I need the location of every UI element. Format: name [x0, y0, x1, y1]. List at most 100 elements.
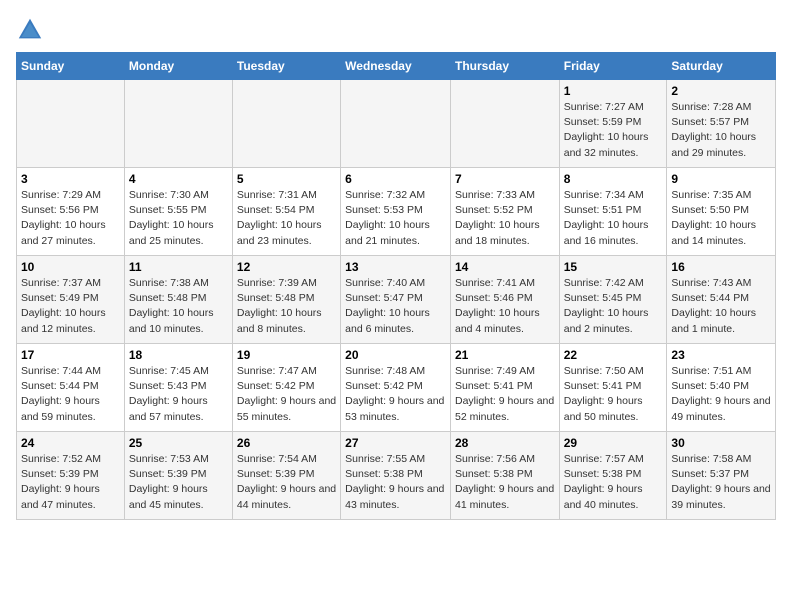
day-number: 5: [237, 172, 336, 186]
calendar-cell: 23 Sunrise: 7:51 AMSunset: 5:40 PMDayligh…: [667, 344, 776, 432]
calendar-cell: 2Sunrise: 7:28 AMSunset: 5:57 PMDaylight…: [667, 80, 776, 168]
day-info: Sunrise: 7:38 AMSunset: 5:48 PMDaylight:…: [129, 276, 228, 337]
calendar-cell: 1Sunrise: 7:27 AMSunset: 5:59 PMDaylight…: [559, 80, 667, 168]
day-info: Sunrise: 7:51 AMSunset: 5:40 PMDaylight:…: [671, 364, 771, 425]
day-number: 17: [21, 348, 120, 362]
day-info: Sunrise: 7:42 AMSunset: 5:45 PMDaylight:…: [564, 276, 663, 337]
day-info: Sunrise: 7:39 AMSunset: 5:48 PMDaylight:…: [237, 276, 336, 337]
day-number: 30: [671, 436, 771, 450]
day-number: 10: [21, 260, 120, 274]
day-number: 7: [455, 172, 555, 186]
day-info: Sunrise: 7:56 AMSunset: 5:38 PMDaylight:…: [455, 452, 555, 513]
day-info: Sunrise: 7:35 AMSunset: 5:50 PMDaylight:…: [671, 188, 771, 249]
calendar-cell: 30 Sunrise: 7:58 AMSunset: 5:37 PMDayligh…: [667, 432, 776, 520]
calendar-cell: 25 Sunrise: 7:53 AMSunset: 5:39 PMDayligh…: [124, 432, 232, 520]
calendar-cell: 26Sunrise: 7:54 AMSunset: 5:39 PMDayligh…: [232, 432, 340, 520]
calendar-cell: 18 Sunrise: 7:45 AMSunset: 5:43 PMDayligh…: [124, 344, 232, 432]
day-number: 23: [671, 348, 771, 362]
calendar-cell: 4 Sunrise: 7:30 AMSunset: 5:55 PMDaylight…: [124, 168, 232, 256]
calendar-table: SundayMondayTuesdayWednesdayThursdayFrid…: [16, 52, 776, 520]
day-info: Sunrise: 7:40 AMSunset: 5:47 PMDaylight:…: [345, 276, 446, 337]
day-info: Sunrise: 7:55 AMSunset: 5:38 PMDaylight:…: [345, 452, 446, 513]
day-info: Sunrise: 7:43 AMSunset: 5:44 PMDaylight:…: [671, 276, 771, 337]
day-info: Sunrise: 7:32 AMSunset: 5:53 PMDaylight:…: [345, 188, 446, 249]
day-number: 14: [455, 260, 555, 274]
day-number: 18: [129, 348, 228, 362]
day-info: Sunrise: 7:50 AMSunset: 5:41 PMDaylight:…: [564, 364, 663, 425]
calendar-cell: [341, 80, 451, 168]
calendar-cell: 20 Sunrise: 7:48 AMSunset: 5:42 PMDayligh…: [341, 344, 451, 432]
day-info: Sunrise: 7:29 AMSunset: 5:56 PMDaylight:…: [21, 188, 120, 249]
day-info: Sunrise: 7:47 AMSunset: 5:42 PMDaylight:…: [237, 364, 336, 425]
day-number: 19: [237, 348, 336, 362]
day-number: 29: [564, 436, 663, 450]
calendar-cell: 27 Sunrise: 7:55 AMSunset: 5:38 PMDayligh…: [341, 432, 451, 520]
calendar-week-2: 3 Sunrise: 7:29 AMSunset: 5:56 PMDaylight…: [17, 168, 776, 256]
day-number: 3: [21, 172, 120, 186]
calendar-cell: 14 Sunrise: 7:41 AMSunset: 5:46 PMDayligh…: [450, 256, 559, 344]
calendar-cell: 13Sunrise: 7:40 AMSunset: 5:47 PMDayligh…: [341, 256, 451, 344]
day-info: Sunrise: 7:45 AMSunset: 5:43 PMDaylight:…: [129, 364, 228, 425]
calendar-cell: 9 Sunrise: 7:35 AMSunset: 5:50 PMDaylight…: [667, 168, 776, 256]
column-header-saturday: Saturday: [667, 53, 776, 80]
logo: [16, 16, 48, 44]
calendar-week-5: 24 Sunrise: 7:52 AMSunset: 5:39 PMDayligh…: [17, 432, 776, 520]
day-info: Sunrise: 7:58 AMSunset: 5:37 PMDaylight:…: [671, 452, 771, 513]
calendar-cell: 5 Sunrise: 7:31 AMSunset: 5:54 PMDaylight…: [232, 168, 340, 256]
day-number: 16: [671, 260, 771, 274]
calendar-cell: 16 Sunrise: 7:43 AMSunset: 5:44 PMDayligh…: [667, 256, 776, 344]
column-header-tuesday: Tuesday: [232, 53, 340, 80]
calendar-cell: 22Sunrise: 7:50 AMSunset: 5:41 PMDayligh…: [559, 344, 667, 432]
calendar-cell: 3 Sunrise: 7:29 AMSunset: 5:56 PMDaylight…: [17, 168, 125, 256]
day-number: 27: [345, 436, 446, 450]
day-number: 9: [671, 172, 771, 186]
calendar-header-row: SundayMondayTuesdayWednesdayThursdayFrid…: [17, 53, 776, 80]
day-number: 2: [671, 84, 771, 98]
day-number: 4: [129, 172, 228, 186]
column-header-friday: Friday: [559, 53, 667, 80]
calendar-cell: 10 Sunrise: 7:37 AMSunset: 5:49 PMDayligh…: [17, 256, 125, 344]
day-number: 11: [129, 260, 228, 274]
day-info: Sunrise: 7:48 AMSunset: 5:42 PMDaylight:…: [345, 364, 446, 425]
day-number: 20: [345, 348, 446, 362]
day-info: Sunrise: 7:54 AMSunset: 5:39 PMDaylight:…: [237, 452, 336, 513]
calendar-cell: 15 Sunrise: 7:42 AMSunset: 5:45 PMDayligh…: [559, 256, 667, 344]
calendar-week-1: 1Sunrise: 7:27 AMSunset: 5:59 PMDaylight…: [17, 80, 776, 168]
calendar-cell: 6Sunrise: 7:32 AMSunset: 5:53 PMDaylight…: [341, 168, 451, 256]
calendar-week-3: 10 Sunrise: 7:37 AMSunset: 5:49 PMDayligh…: [17, 256, 776, 344]
calendar-cell: 11 Sunrise: 7:38 AMSunset: 5:48 PMDayligh…: [124, 256, 232, 344]
day-info: Sunrise: 7:37 AMSunset: 5:49 PMDaylight:…: [21, 276, 120, 337]
calendar-cell: [124, 80, 232, 168]
page-header: [16, 16, 776, 44]
calendar-cell: [17, 80, 125, 168]
day-info: Sunrise: 7:44 AMSunset: 5:44 PMDaylight:…: [21, 364, 120, 425]
day-info: Sunrise: 7:30 AMSunset: 5:55 PMDaylight:…: [129, 188, 228, 249]
day-number: 25: [129, 436, 228, 450]
day-info: Sunrise: 7:33 AMSunset: 5:52 PMDaylight:…: [455, 188, 555, 249]
day-number: 21: [455, 348, 555, 362]
calendar-cell: 21 Sunrise: 7:49 AMSunset: 5:41 PMDayligh…: [450, 344, 559, 432]
calendar-cell: [450, 80, 559, 168]
day-info: Sunrise: 7:41 AMSunset: 5:46 PMDaylight:…: [455, 276, 555, 337]
day-number: 24: [21, 436, 120, 450]
day-info: Sunrise: 7:49 AMSunset: 5:41 PMDaylight:…: [455, 364, 555, 425]
calendar-cell: 19 Sunrise: 7:47 AMSunset: 5:42 PMDayligh…: [232, 344, 340, 432]
day-info: Sunrise: 7:57 AMSunset: 5:38 PMDaylight:…: [564, 452, 663, 513]
calendar-cell: 7 Sunrise: 7:33 AMSunset: 5:52 PMDaylight…: [450, 168, 559, 256]
day-info: Sunrise: 7:31 AMSunset: 5:54 PMDaylight:…: [237, 188, 336, 249]
day-info: Sunrise: 7:34 AMSunset: 5:51 PMDaylight:…: [564, 188, 663, 249]
calendar-cell: 29 Sunrise: 7:57 AMSunset: 5:38 PMDayligh…: [559, 432, 667, 520]
calendar-week-4: 17 Sunrise: 7:44 AMSunset: 5:44 PMDayligh…: [17, 344, 776, 432]
day-info: Sunrise: 7:27 AMSunset: 5:59 PMDaylight:…: [564, 100, 663, 161]
calendar-cell: 8Sunrise: 7:34 AMSunset: 5:51 PMDaylight…: [559, 168, 667, 256]
day-info: Sunrise: 7:52 AMSunset: 5:39 PMDaylight:…: [21, 452, 120, 513]
calendar-cell: 24 Sunrise: 7:52 AMSunset: 5:39 PMDayligh…: [17, 432, 125, 520]
calendar-cell: [232, 80, 340, 168]
day-info: Sunrise: 7:53 AMSunset: 5:39 PMDaylight:…: [129, 452, 228, 513]
column-header-sunday: Sunday: [17, 53, 125, 80]
column-header-monday: Monday: [124, 53, 232, 80]
calendar-cell: 12 Sunrise: 7:39 AMSunset: 5:48 PMDayligh…: [232, 256, 340, 344]
day-number: 15: [564, 260, 663, 274]
column-header-thursday: Thursday: [450, 53, 559, 80]
day-number: 12: [237, 260, 336, 274]
